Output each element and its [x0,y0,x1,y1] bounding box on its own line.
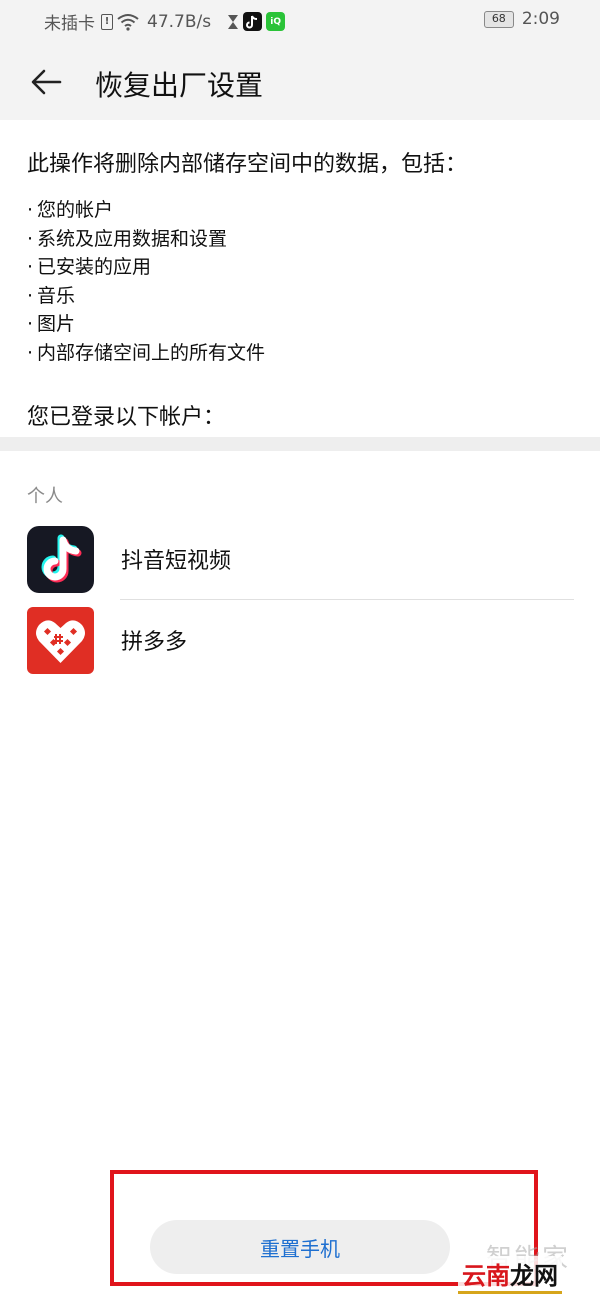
list-item: · 已安装的应用 [27,256,152,278]
battery-icon: 68 [483,10,514,28]
factory-reset-screen: 未插卡 ! 47.7B/s iQ 68 2:09 恢复出厂设置 此操作将删除内部… [0,0,600,1300]
app-header: 恢复出厂设置 [0,52,600,112]
accounts-heading: 您已登录以下帐户： [27,405,226,430]
status-right: 68 2:09 [483,9,560,29]
page-title: 恢复出厂设置 [95,69,264,102]
wifi-icon [117,13,139,31]
intro-text: 此操作将删除内部储存空间中的数据，包括： [27,152,468,177]
section-divider [0,437,600,451]
account-row-douyin: 抖音短视频 [27,525,575,593]
status-bar: 未插卡 ! 47.7B/s iQ 68 2:09 [0,0,600,40]
list-item: · 您的帐户 [27,199,114,221]
sim-alert-icon: ! [101,13,113,30]
account-name: 抖音短视频 [121,549,232,574]
list-item: · 图片 [27,313,76,335]
list-item: · 内部存储空间上的所有文件 [27,341,266,364]
network-speed: 47.7B/s [147,11,212,32]
douyin-icon [27,525,94,593]
section-label-personal: 个人 [27,486,63,507]
back-button[interactable] [26,62,66,102]
warning-content: 此操作将删除内部储存空间中的数据，包括： · 您的帐户 · 系统及应用数据和设置 ·… [27,150,577,431]
iqiyi-notification-icon: iQ [266,12,286,31]
watermark-logo: 云南龙网 [458,1256,562,1294]
clock: 2:09 [521,9,560,29]
account-name: 拼多多 [121,630,188,655]
pinduoduo-icon [27,606,94,674]
status-left: 未插卡 ! 47.7B/s iQ [44,9,286,34]
list-item: · 系统及应用数据和设置 [27,227,228,250]
reset-phone-button[interactable]: 重置手机 [150,1220,450,1274]
row-divider [120,599,574,600]
hourglass-icon [227,14,239,30]
back-arrow-icon [31,69,62,95]
carrier-text: 未插卡 [44,14,95,34]
tiktok-notification-icon [243,12,263,31]
data-list: · 您的帐户 · 系统及应用数据和设置 · 已安装的应用 · 音乐 · 图片 · 内部存储空… [27,196,577,367]
list-item: · 音乐 [27,284,76,307]
account-row-pinduoduo: 拼多多 [27,606,575,674]
